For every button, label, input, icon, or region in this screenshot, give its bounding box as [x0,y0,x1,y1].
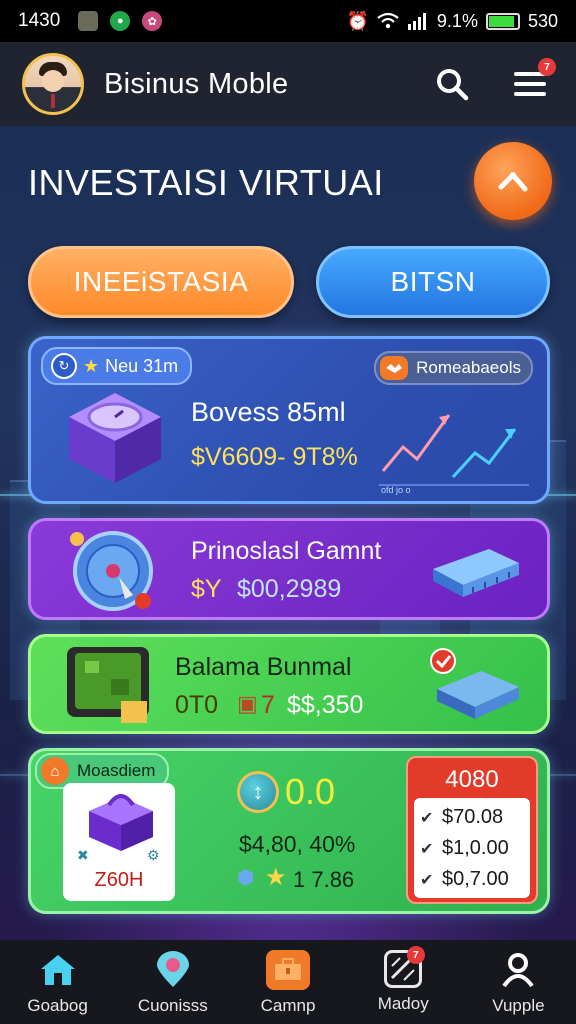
safe-icon [69,393,161,483]
investment-card-3[interactable]: Balama Bunmal 0T0 ▣ 7 $$,350 [28,634,550,734]
card-score: 0.0 [285,771,336,812]
warehouse-icon [430,648,519,719]
check-icon: ✔ [420,809,434,827]
search-button[interactable] [430,62,474,106]
product-label: Z60H [94,869,144,891]
app-title: Bisinus Moble [104,67,289,100]
nav-item-camnp[interactable]: Camnp [230,940,345,1024]
star-icon: ★ [265,864,287,891]
check-icon: ✔ [420,840,434,858]
nav-label: Camnp [260,996,316,1015]
nav-label: Vupple [492,996,545,1015]
signal-icon [407,13,426,30]
tools-icon [498,172,528,192]
refresh-icon: ↻ [51,353,77,379]
tab-bitsn[interactable]: BITSN [316,246,550,318]
nav-label: Goabog [27,996,88,1015]
product-tile[interactable]: ✖ ⚙ Z60H [63,783,175,901]
card-amount: $4,80, 40% [239,831,356,857]
land-plot-icon [67,647,149,723]
price-panel[interactable]: 4080 ✔ $70.08 ✔ $1,0.00 ✔ $0,7.00 [406,756,538,904]
card-title: Balama Bunmal [175,653,352,681]
tab-label: INEEiSTASIA [73,266,249,297]
price-panel-list: ✔ $70.08 ✔ $1,0.00 ✔ $0,7.00 [414,798,530,898]
alarm-icon: ⏰ [346,10,369,31]
status-signal-text: 530 [527,10,558,31]
investment-card-1[interactable]: ↻ ★ Neu 31m Romeabaeols Bovess 85ml $V66… [28,336,550,504]
price-value: $0,7.00 [442,868,509,890]
nav-item-vupple[interactable]: Vupple [461,940,576,1024]
status-bar: 1430 ● ✿ ⏰ 9.1% 530 [0,0,576,42]
nav-item-madoy[interactable]: 7 Madoy [346,940,461,1024]
cube-icon: ⬢ [237,867,255,889]
handshake-icon [380,356,409,380]
briefcase-icon [266,950,310,990]
card-tag: ↻ ★ Neu 31m [41,347,193,385]
home-icon [38,950,78,990]
nav-label: Madoy [377,994,429,1013]
menu-badge: 7 [538,58,556,76]
card-amount-mid: 7 [261,691,275,719]
card-tag-label: Moasdiem [77,761,156,780]
star-icon: ★ [83,355,100,376]
tab-ineeistasia[interactable]: INEEiSTASIA [28,246,294,318]
status-time: 1430 [18,10,61,31]
gallery-icon [78,11,99,31]
app-header: Bisinus Moble 7 [0,42,576,126]
card-amount-prefix: 0T0 [175,691,219,719]
coin-icon: ↕ [237,771,279,813]
price-panel-header: 4080 [445,766,499,793]
wifi-icon [377,12,399,29]
card-amount: $V6609- 9T8% [191,443,358,471]
avatar[interactable] [22,53,84,115]
nav-badge: 7 [406,946,425,964]
tool-icon: ✖ [77,847,89,863]
price-row: ✔ $0,7.00 [420,864,524,895]
card-amount-prefix: $Y [191,575,222,603]
nav-label: Cuonisss [137,996,208,1015]
price-value: $1,0.00 [442,837,509,859]
battery-icon [485,12,520,30]
building-icon [433,549,519,597]
price-row: ✔ $70.08 [420,802,524,833]
card-title: Bovess 85ml [191,397,346,427]
card-rating: 1 7.86 [293,867,355,892]
card-amount: $00,2989 [237,575,342,603]
purple-box-icon [89,794,153,851]
card-title: Prinoslasl Gamnt [191,537,382,565]
box-icon: ▣ [237,691,258,716]
search-icon [437,69,469,101]
card-badge-label: Romeabaeols [416,358,521,377]
investment-card-2[interactable]: Prinoslasl Gamnt $Y $00,2989 [28,518,550,620]
price-value: $70.08 [442,806,504,828]
page-title: INVESTAISI VIRTUAI [28,162,384,203]
card-tag-label: Neu 31m [105,355,179,376]
action-fab-button[interactable] [474,142,552,220]
gauge-icon [70,531,153,611]
menu-button[interactable]: 7 [508,58,556,106]
check-icon: ✔ [420,871,434,889]
app-notification-icon: ✿ [142,11,163,31]
gear-icon: ⚙ [147,847,160,863]
nav-item-goabog[interactable]: Goabog [0,940,115,1024]
chart-axis-ticks: ofd jo o [381,485,411,495]
nav-item-cuonisss[interactable]: Cuonisss [115,940,230,1024]
home-icon: ⌂ [41,757,69,785]
price-row: ✔ $1,0.00 [420,833,524,864]
user-icon [498,950,538,990]
trend-chart [379,414,529,486]
location-icon [153,950,193,990]
bottom-nav: Goabog Cuonisss Camnp 7 Madoy Vupple [0,940,576,1024]
card-badge[interactable]: Romeabaeols [374,351,533,385]
tab-label: BITSN [390,266,476,297]
battery-percent: 9.1% [436,10,478,31]
card-amount: $$,350 [287,691,364,719]
message-icon: ● [110,11,131,31]
